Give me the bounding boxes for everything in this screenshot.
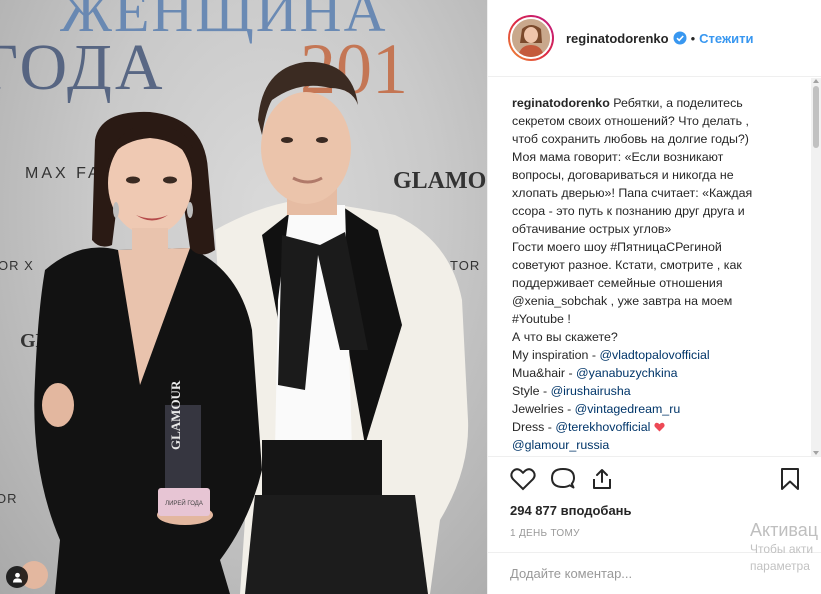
credit-label: Style - [512,384,551,398]
heart-icon [510,468,536,491]
watermark-line: Чтобы акти [750,542,814,556]
post-caption: reginatodorenko Ребятки, а поделитесь се… [512,94,808,454]
save-button[interactable] [780,467,800,491]
caption-line: советуют разное. Кстати, смотрите , как [512,258,742,272]
watermark-line: параметра [750,559,810,573]
post-header: reginatodorenko • Стежити [488,0,821,77]
caption-line: поддерживает семейные отношения [512,276,723,290]
caption-line: чтоб сохранить любовь на долгие годы?) [512,132,749,146]
red-heart-emoji-icon [654,422,665,432]
caption-line: ссора - это путь к познанию друг друга и [512,204,745,218]
watermark-title: Активац [750,520,819,540]
comments-scrollbar[interactable] [811,78,821,456]
caption-line: @xenia_sobchak , уже завтра на моем [512,294,733,308]
share-button[interactable] [590,467,614,491]
credit-line: Style - @irushairusha [512,382,808,400]
caption-author[interactable]: reginatodorenko [512,96,610,110]
scroll-up-arrow-icon[interactable] [813,79,819,83]
scrollbar-thumb[interactable] [813,86,819,148]
credit-label: Dress - [512,420,556,434]
caption-line: вопросы, договариваться и никогда не [512,168,734,182]
story-ring[interactable] [508,15,554,61]
credit-label: Mua&hair - [512,366,577,380]
comment-bubble-icon [551,468,575,489]
caption-line: #Youtube ! [512,312,571,326]
credit-line: My inspiration - @vladtopalovofficial [512,346,808,364]
post-sidebar: reginatodorenko • Стежити reginatodorenk… [487,0,821,594]
credit-label: Jewelries - [512,402,575,416]
caption-line: обтачивание острых углов» [512,222,672,236]
caption-line: Ребятки, а поделитесь [613,96,743,110]
like-button[interactable] [510,467,536,491]
credit-mention[interactable]: @vladtopalovofficial [599,348,709,362]
credit-mention[interactable]: @terekhovofficial [555,420,650,434]
credit-line: Dress - @terekhovofficial [512,418,808,436]
credit-line: Mua&hair - @yanabuzychkina [512,364,808,382]
comment-button[interactable] [550,467,576,491]
caption-line: А что вы скажете? [512,330,618,344]
credit-mention[interactable]: @irushairusha [551,384,631,398]
header-username[interactable]: reginatodorenko [566,31,669,46]
avatar[interactable] [510,17,552,59]
user-tag-icon [12,572,22,583]
caption-line: хлопать дверью»! Папа считает: «Каждая [512,186,753,200]
caption-line: Моя мама говорит: «Если возникают [512,150,724,164]
credit-mention[interactable]: @yanabuzychkina [576,366,677,380]
verified-badge-icon [673,31,687,45]
post-photo[interactable]: ЖЕНЩИНА ГОДА 201 MAX FA GLAMOUR GLA OR X… [0,0,487,594]
credit-mention[interactable]: @vintagedream_ru [575,402,681,416]
share-icon [593,469,611,489]
scroll-down-arrow-icon[interactable] [813,451,819,455]
caption-line: Гости моего шоу #ПятницаСРегиной [512,240,722,254]
avatar-image [512,19,550,57]
couple-illustration: GLAMOUR ЛИРЕЙ ГОДА [20,61,469,594]
windows-activation-watermark: Активац Чтобы акти параметра [750,520,818,575]
comments-list[interactable]: reginatodorenko Ребятки, а поделитесь се… [488,78,821,456]
award-plate: ЛИРЕЙ ГОДА [165,499,203,507]
credit-line: Jewelries - @vintagedream_ru [512,400,808,418]
follow-button[interactable]: Стежити [699,31,753,46]
credit-label: My inspiration - [512,348,600,362]
tagged-users-button[interactable] [6,566,28,588]
action-icons [510,457,808,501]
caption-line: секретом своих отношений? Что делать , [512,114,749,128]
caption-mention-glamour[interactable]: @glamour_russia [512,436,808,454]
award-brand: GLAMOUR [168,380,183,450]
header-separator: • [690,30,696,46]
bookmark-icon [781,468,799,490]
likes-count[interactable]: 294 877 вподобань [510,503,808,518]
